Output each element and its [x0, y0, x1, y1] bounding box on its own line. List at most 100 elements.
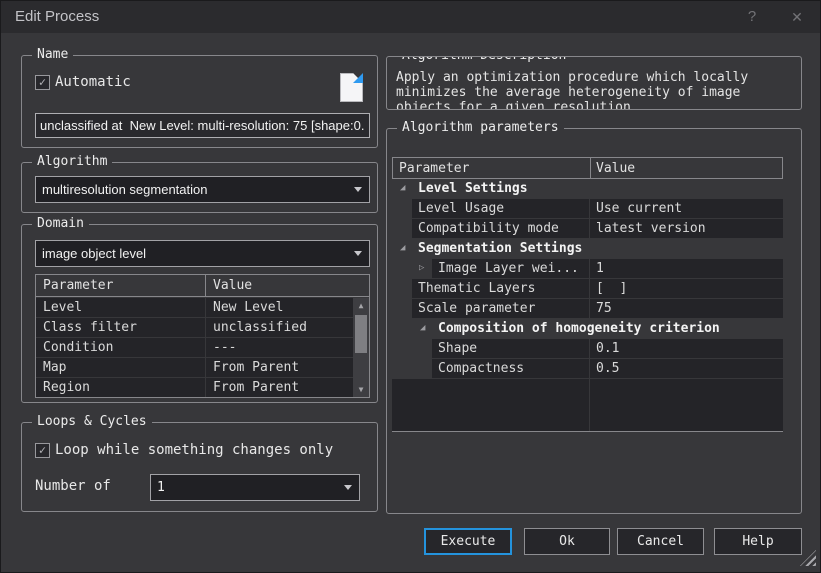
chevron-down-icon: [344, 485, 352, 490]
algorithm-parameters-group: Algorithm parameters Parameter Value ◢ L…: [386, 128, 802, 514]
params-col-parameter: Parameter: [399, 158, 469, 179]
algorithm-select[interactable]: multiresolution segmentation: [35, 176, 370, 203]
table-row[interactable]: Level New Level: [36, 298, 353, 317]
algorithm-description-group: Algorithm Description Apply an optimizat…: [386, 56, 802, 110]
chevron-down-icon: [354, 187, 362, 192]
tree-expanded-icon[interactable]: ◢: [420, 319, 425, 338]
execute-button[interactable]: Execute: [424, 528, 512, 555]
param-value-cell: 75: [590, 299, 783, 318]
tree-group-label: Level Settings: [418, 179, 528, 198]
scroll-down-icon[interactable]: ▼: [353, 383, 369, 396]
domain-parameter-table: Parameter Value Level New Level Class fi…: [35, 274, 370, 398]
param-name-cell: Compactness: [432, 359, 589, 378]
tree-expanded-icon[interactable]: ◢: [400, 239, 405, 258]
params-col-value: Value: [596, 158, 635, 179]
domain-param-cell: Level: [36, 298, 205, 317]
domain-col-value: Value: [213, 275, 252, 296]
param-value-cell: 0.1: [590, 339, 783, 358]
vertical-scrollbar[interactable]: ▲ ▼: [353, 298, 369, 397]
new-document-icon[interactable]: [340, 73, 363, 102]
domain-value-cell: ---: [206, 338, 353, 357]
tree-item-row[interactable]: Scale parameter 75: [392, 299, 783, 318]
param-name-cell: Image Layer wei...: [432, 259, 589, 278]
loops-cycles-group: Loops & Cycles ✓ Loop while something ch…: [21, 422, 378, 512]
help-icon[interactable]: ?: [739, 1, 765, 33]
ok-button[interactable]: Ok: [524, 528, 610, 555]
param-name-cell: Level Usage: [412, 199, 589, 218]
tree-group-label: Segmentation Settings: [418, 239, 582, 258]
loop-while-checkbox-label: Loop while something changes only: [55, 442, 333, 458]
chevron-down-icon: [354, 251, 362, 256]
tree-item-row[interactable]: ▷ Image Layer wei... 1: [392, 259, 783, 278]
tree-group-row[interactable]: ◢ Composition of homogeneity criterion: [392, 319, 783, 338]
scroll-up-icon[interactable]: ▲: [353, 299, 369, 312]
automatic-checkbox-label: Automatic: [55, 74, 131, 90]
parameters-tree-table: Parameter Value ◢ Level Settings Level U…: [392, 157, 783, 432]
process-name-input[interactable]: [35, 113, 370, 138]
domain-value-cell: unclassified: [206, 318, 353, 337]
domain-value-cell: From Parent: [206, 378, 353, 397]
empty-table-area: [392, 379, 783, 431]
cancel-button[interactable]: Cancel: [617, 528, 704, 555]
domain-group: Domain image object level Parameter Valu…: [21, 224, 378, 403]
param-value-cell: latest version: [590, 219, 783, 238]
empty-value-cell: [590, 379, 783, 431]
param-name-cell: Scale parameter: [412, 299, 589, 318]
tree-expanded-icon[interactable]: ◢: [400, 179, 405, 198]
automatic-checkbox[interactable]: ✓: [35, 75, 50, 90]
domain-param-cell: Condition: [36, 338, 205, 357]
domain-param-cell: Map: [36, 358, 205, 377]
tree-item-row[interactable]: Thematic Layers [ ]: [392, 279, 783, 298]
description-line: Apply an optimization procedure which lo…: [396, 70, 795, 85]
param-name-cell: Compatibility mode: [412, 219, 589, 238]
description-line: objects for a given resolution.: [396, 100, 795, 110]
dialog-title: Edit Process: [15, 1, 99, 32]
domain-select[interactable]: image object level: [35, 240, 370, 267]
param-name-cell: Thematic Layers: [412, 279, 589, 298]
table-row[interactable]: Map From Parent: [36, 358, 353, 377]
tree-item-row[interactable]: Level Usage Use current: [392, 199, 783, 218]
help-button[interactable]: Help: [714, 528, 802, 555]
table-row[interactable]: Class filter unclassified: [36, 318, 353, 337]
domain-value-cell: From Parent: [206, 358, 353, 377]
number-of-value: 1: [157, 475, 165, 500]
number-of-label: Number of: [35, 478, 111, 494]
domain-col-parameter: Parameter: [43, 275, 113, 296]
check-icon: ✓: [39, 443, 46, 457]
loop-while-checkbox[interactable]: ✓: [35, 443, 50, 458]
domain-selected-value: image object level: [42, 241, 146, 266]
parameters-group-label: Algorithm parameters: [397, 120, 564, 135]
column-divider: [205, 275, 206, 296]
description-line: minimizes the average heterogeneity of i…: [396, 85, 795, 100]
resize-grip[interactable]: [800, 550, 816, 566]
algorithm-group: Algorithm multiresolution segmentation: [21, 162, 378, 213]
close-icon[interactable]: ✕: [783, 1, 811, 33]
tree-group-row[interactable]: ◢ Segmentation Settings: [392, 239, 783, 258]
parameters-table-body: ◢ Level Settings Level Usage Use current…: [392, 179, 783, 432]
tree-group-label: Composition of homogeneity criterion: [438, 319, 720, 338]
tree-collapsed-icon[interactable]: ▷: [419, 259, 424, 278]
scrollbar-thumb[interactable]: [355, 315, 367, 353]
column-divider: [590, 158, 591, 178]
domain-group-label: Domain: [32, 216, 89, 231]
tree-group-row[interactable]: ◢ Level Settings: [392, 179, 783, 198]
param-name-cell: Shape: [432, 339, 589, 358]
titlebar[interactable]: Edit Process ? ✕: [1, 1, 820, 33]
parameters-table-header: Parameter Value: [392, 157, 783, 179]
table-row[interactable]: Region From Parent: [36, 378, 353, 397]
empty-param-cell: [392, 379, 589, 431]
domain-table-header: Parameter Value: [36, 275, 369, 297]
param-value-cell: 1: [590, 259, 783, 278]
domain-param-cell: Class filter: [36, 318, 205, 337]
table-row[interactable]: Condition ---: [36, 338, 353, 357]
param-value-cell: 0.5: [590, 359, 783, 378]
number-of-select[interactable]: 1: [150, 474, 360, 501]
document-fold-shape: [353, 73, 363, 83]
tree-item-row[interactable]: Shape 0.1: [392, 339, 783, 358]
tree-item-row[interactable]: Compactness 0.5: [392, 359, 783, 378]
edit-process-dialog: Edit Process ? ✕ Name ✓ Automatic Algori…: [0, 0, 821, 573]
algorithm-selected-value: multiresolution segmentation: [42, 177, 207, 202]
param-value-cell: Use current: [590, 199, 783, 218]
tree-item-row[interactable]: Compatibility mode latest version: [392, 219, 783, 238]
domain-table-body: Level New Level Class filter unclassifie…: [36, 298, 353, 397]
